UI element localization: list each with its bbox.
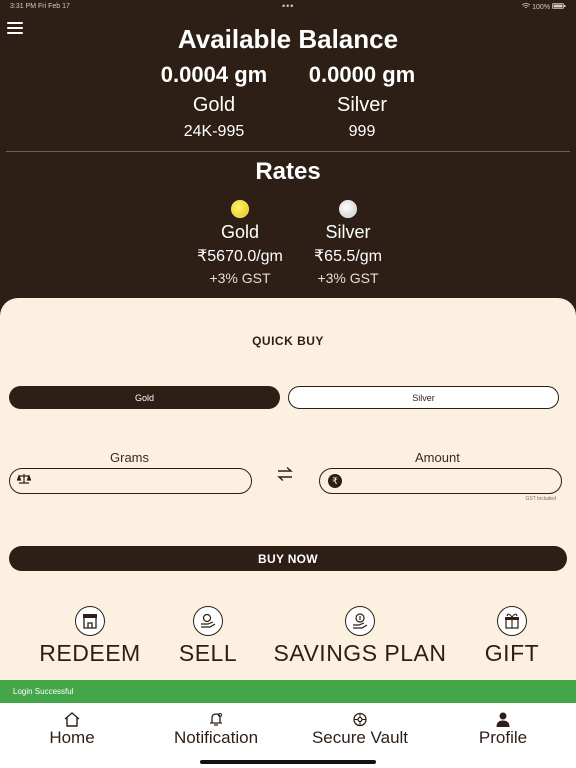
tab-notification-label: Notification <box>173 728 259 747</box>
gold-rate: Gold ₹5670.0/gm +3% GST <box>180 200 300 286</box>
gold-balance-purity: 24K-995 <box>183 123 245 140</box>
silver-rate-gst: +3% GST <box>317 270 379 286</box>
silver-coin-icon <box>339 200 357 218</box>
silver-balance-purity: 999 <box>348 123 376 140</box>
savings-plan-action[interactable]: SAVINGS PLAN <box>268 606 452 667</box>
quick-buy-title: QUICK BUY <box>252 334 324 348</box>
divider <box>6 151 570 152</box>
tab-bar: Home Notification Secure Vault Profile <box>0 703 576 768</box>
gold-balance: 0.0004 gm Gold 24K-995 <box>144 62 284 141</box>
tab-notification[interactable]: Notification <box>156 711 276 748</box>
gold-rate-price: ₹5670.0/gm <box>197 248 283 265</box>
scale-icon <box>16 473 32 489</box>
silver-balance: 0.0000 gm Silver 999 <box>292 62 432 141</box>
gold-coin-icon <box>231 200 249 218</box>
sell-action[interactable]: SELL <box>166 606 250 667</box>
rates-title: Rates <box>255 158 321 185</box>
savings-icon <box>345 606 375 636</box>
home-icon <box>32 711 112 727</box>
vault-icon <box>300 711 420 727</box>
tab-secure-vault-label: Secure Vault <box>311 728 409 747</box>
gold-balance-amount: 0.0004 gm <box>160 62 268 87</box>
hand-coin-icon <box>193 606 223 636</box>
home-indicator[interactable] <box>200 760 376 764</box>
gst-note: GST Included <box>525 496 556 502</box>
tab-home[interactable]: Home <box>32 711 112 748</box>
gold-rate-gst: +3% GST <box>209 270 271 286</box>
metal-toggle-silver[interactable]: Silver <box>288 386 559 409</box>
sell-label: SELL <box>178 640 238 666</box>
silver-rate-name: Silver <box>325 222 371 242</box>
grams-label: Grams <box>110 450 149 465</box>
redeem-action[interactable]: REDEEM <box>34 606 146 667</box>
login-toast: Login Successful <box>0 680 576 703</box>
silver-balance-amount: 0.0000 gm <box>308 62 416 87</box>
profile-icon <box>463 711 543 727</box>
store-icon <box>75 606 105 636</box>
gift-action[interactable]: GIFT <box>472 606 552 667</box>
silver-balance-name: Silver <box>336 94 387 116</box>
gift-icon <box>497 606 527 636</box>
grams-field[interactable] <box>9 468 252 494</box>
redeem-label: REDEEM <box>39 640 141 666</box>
swap-icon[interactable] <box>276 466 294 487</box>
battery-status: 100% <box>521 3 566 11</box>
balance-title: Available Balance <box>177 24 399 54</box>
silver-rate: Silver ₹65.5/gm +3% GST <box>288 200 408 286</box>
gift-label: GIFT <box>484 640 540 666</box>
tab-secure-vault[interactable]: Secure Vault <box>300 711 420 748</box>
amount-label: Amount <box>415 450 460 465</box>
savings-plan-label: SAVINGS PLAN <box>273 640 447 666</box>
amount-field[interactable]: ₹ <box>319 468 562 494</box>
status-bar: 3:31 PM Fri Feb 17 ••• 100% <box>0 0 576 14</box>
tab-home-label: Home <box>49 728 95 747</box>
buy-now-button[interactable]: BUY NOW <box>9 546 567 571</box>
silver-rate-price: ₹65.5/gm <box>314 248 382 265</box>
gold-rate-name: Gold <box>220 222 260 242</box>
status-time: 3:31 PM Fri Feb 17 <box>10 3 70 10</box>
wifi-icon <box>521 3 531 9</box>
metal-toggle-gold[interactable]: Gold <box>9 386 280 409</box>
tab-profile[interactable]: Profile <box>463 711 543 748</box>
battery-icon <box>552 3 566 9</box>
rupee-icon: ₹ <box>328 474 342 488</box>
quick-buy-panel: QUICK BUY Gold Silver Grams Amount ₹ GST… <box>0 298 576 680</box>
tab-profile-label: Profile <box>478 728 528 747</box>
multitask-dots[interactable]: ••• <box>282 1 294 11</box>
bell-icon <box>156 711 276 727</box>
gold-balance-name: Gold <box>192 94 236 116</box>
